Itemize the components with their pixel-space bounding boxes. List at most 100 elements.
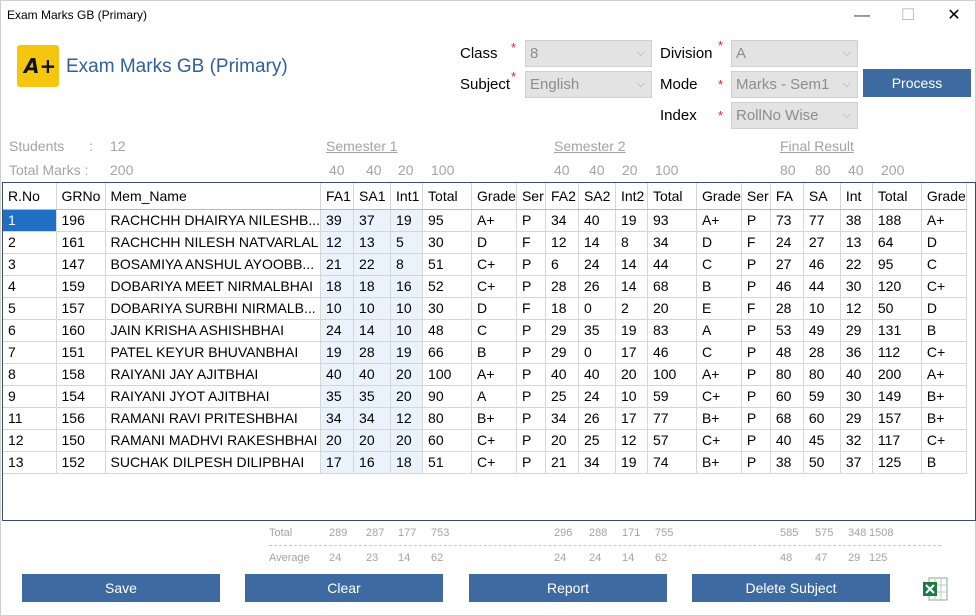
cell-sa1[interactable]: 22 bbox=[353, 253, 392, 276]
cell-sem2-ser[interactable]: F bbox=[741, 231, 771, 254]
cell-gr-no[interactable]: 159 bbox=[56, 275, 106, 298]
column-header-final-sa[interactable]: SA bbox=[803, 183, 841, 210]
cell-sem2-grade[interactable]: A bbox=[696, 319, 742, 342]
cell-final-grade[interactable]: B+ bbox=[921, 407, 967, 430]
cell-int2[interactable]: 14 bbox=[615, 275, 648, 298]
cell-sem1-ser[interactable]: P bbox=[516, 429, 546, 452]
cell-sem1-ser[interactable]: P bbox=[516, 407, 546, 430]
cell-sem2-total[interactable]: 59 bbox=[647, 385, 697, 408]
cell-fa1[interactable]: 39 bbox=[320, 209, 355, 232]
cell-sa1[interactable]: 10 bbox=[353, 297, 392, 320]
cell-sem1-total[interactable]: 66 bbox=[422, 341, 473, 364]
cell-sem2-total[interactable]: 93 bbox=[647, 209, 697, 232]
cell-sem1-ser[interactable]: P bbox=[516, 451, 546, 474]
cell-gr-no[interactable]: 196 bbox=[56, 209, 106, 232]
cell-fa2[interactable]: 40 bbox=[545, 363, 579, 386]
cell-member-name[interactable]: SUCHAK DILPESH DILIPBHAI bbox=[105, 451, 322, 474]
cell-r-no[interactable]: 9 bbox=[3, 385, 57, 408]
column-header-final-total[interactable]: Total bbox=[872, 183, 922, 210]
cell-gr-no[interactable]: 160 bbox=[56, 319, 106, 342]
cell-sem2-ser[interactable]: P bbox=[741, 341, 771, 364]
cell-sem2-ser[interactable]: P bbox=[741, 363, 771, 386]
process-button[interactable]: Process bbox=[863, 69, 971, 97]
cell-sem1-grade[interactable]: C+ bbox=[471, 451, 517, 474]
cell-sem1-ser[interactable]: F bbox=[516, 297, 546, 320]
cell-final-total[interactable]: 125 bbox=[872, 451, 922, 474]
cell-final-fa[interactable]: 40 bbox=[770, 429, 804, 452]
cell-sem2-grade[interactable]: A+ bbox=[696, 363, 742, 386]
cell-sem2-total[interactable]: 100 bbox=[647, 363, 697, 386]
cell-int1[interactable]: 16 bbox=[390, 275, 424, 298]
cell-sem1-total[interactable]: 51 bbox=[422, 253, 473, 276]
cell-final-int[interactable]: 30 bbox=[840, 385, 873, 408]
table-row[interactable]: 6 160 JAIN KRISHA ASHISHBHAI 24 14 10 48 C P 29 35… bbox=[3, 319, 967, 342]
cell-final-grade[interactable]: B bbox=[921, 451, 967, 474]
maximize-button[interactable]: ☐ bbox=[885, 1, 931, 31]
cell-r-no[interactable]: 8 bbox=[3, 363, 57, 386]
cell-fa1[interactable]: 34 bbox=[320, 407, 355, 430]
cell-fa1[interactable]: 10 bbox=[320, 297, 355, 320]
cell-member-name[interactable]: RAIYANI JYOT AJITBHAI bbox=[105, 385, 322, 408]
cell-sem1-ser[interactable]: P bbox=[516, 363, 546, 386]
cell-sem2-ser[interactable]: P bbox=[741, 253, 771, 276]
cell-final-fa[interactable]: 48 bbox=[770, 341, 804, 364]
table-row[interactable]: 12 150 RAMANI MADHVI RAKESHBHAI 20 20 20 60 C+ P… bbox=[3, 429, 967, 452]
cell-sa1[interactable]: 14 bbox=[353, 319, 392, 342]
cell-final-total[interactable]: 149 bbox=[872, 385, 922, 408]
cell-sem2-total[interactable]: 46 bbox=[647, 341, 697, 364]
cell-r-no[interactable]: 3 bbox=[3, 253, 57, 276]
delete-subject-button[interactable]: Delete Subject bbox=[692, 574, 890, 602]
cell-sem2-total[interactable]: 34 bbox=[647, 231, 697, 254]
cell-sem2-ser[interactable]: P bbox=[741, 209, 771, 232]
cell-member-name[interactable]: BOSAMIYA ANSHUL AYOOBB... bbox=[105, 253, 322, 276]
cell-int2[interactable]: 20 bbox=[615, 363, 648, 386]
cell-member-name[interactable]: JAIN KRISHA ASHISHBHAI bbox=[105, 319, 322, 342]
cell-sem2-grade[interactable]: B+ bbox=[696, 451, 742, 474]
cell-member-name[interactable]: RACHCHH DHAIRYA NILESHB... bbox=[105, 209, 322, 232]
cell-r-no[interactable]: 5 bbox=[3, 297, 57, 320]
cell-sem2-grade[interactable]: D bbox=[696, 231, 742, 254]
cell-final-sa[interactable]: 60 bbox=[803, 407, 841, 430]
cell-final-total[interactable]: 157 bbox=[872, 407, 922, 430]
cell-fa1[interactable]: 18 bbox=[320, 275, 355, 298]
cell-sem2-grade[interactable]: B bbox=[696, 275, 742, 298]
cell-sem1-total[interactable]: 100 bbox=[422, 363, 473, 386]
cell-final-grade[interactable]: C+ bbox=[921, 429, 967, 452]
cell-sa1[interactable]: 18 bbox=[353, 275, 392, 298]
cell-final-sa[interactable]: 46 bbox=[803, 253, 841, 276]
cell-final-total[interactable]: 200 bbox=[872, 363, 922, 386]
cell-fa2[interactable]: 21 bbox=[545, 451, 579, 474]
table-row[interactable]: 1 196 RACHCHH DHAIRYA NILESHB... 39 37 19 95 A+… bbox=[3, 209, 967, 232]
cell-gr-no[interactable]: 157 bbox=[56, 297, 106, 320]
cell-fa1[interactable]: 20 bbox=[320, 429, 355, 452]
cell-int1[interactable]: 20 bbox=[390, 363, 424, 386]
cell-final-sa[interactable]: 44 bbox=[803, 275, 841, 298]
column-header-member-name[interactable]: Mem_Name bbox=[105, 183, 322, 210]
cell-final-grade[interactable]: D bbox=[921, 297, 967, 320]
cell-final-int[interactable]: 29 bbox=[840, 319, 873, 342]
cell-int1[interactable]: 19 bbox=[390, 341, 424, 364]
cell-final-total[interactable]: 131 bbox=[872, 319, 922, 342]
excel-export-icon[interactable] bbox=[922, 577, 948, 601]
cell-member-name[interactable]: DOBARIYA SURBHI NIRMALB... bbox=[105, 297, 322, 320]
cell-gr-no[interactable]: 150 bbox=[56, 429, 106, 452]
index-select[interactable]: RollNo Wise ⌵ bbox=[731, 102, 858, 129]
cell-final-sa[interactable]: 59 bbox=[803, 385, 841, 408]
cell-int2[interactable]: 19 bbox=[615, 451, 648, 474]
cell-final-total[interactable]: 112 bbox=[872, 341, 922, 364]
cell-final-total[interactable]: 95 bbox=[872, 253, 922, 276]
cell-sa1[interactable]: 16 bbox=[353, 451, 392, 474]
save-button[interactable]: Save bbox=[22, 574, 220, 602]
cell-sa2[interactable]: 40 bbox=[578, 363, 616, 386]
column-header-gr-no[interactable]: GRNo bbox=[56, 183, 106, 210]
mode-select[interactable]: Marks - Sem1 ⌵ bbox=[731, 71, 858, 98]
cell-sem1-grade[interactable]: D bbox=[471, 297, 517, 320]
cell-sem2-ser[interactable]: F bbox=[741, 297, 771, 320]
cell-gr-no[interactable]: 158 bbox=[56, 363, 106, 386]
cell-r-no[interactable]: 2 bbox=[3, 231, 57, 254]
cell-gr-no[interactable]: 147 bbox=[56, 253, 106, 276]
cell-fa2[interactable]: 6 bbox=[545, 253, 579, 276]
cell-final-grade[interactable]: B bbox=[921, 319, 967, 342]
column-header-sem2-grade[interactable]: Grade bbox=[696, 183, 742, 210]
column-header-sa1[interactable]: SA1 bbox=[353, 183, 392, 210]
